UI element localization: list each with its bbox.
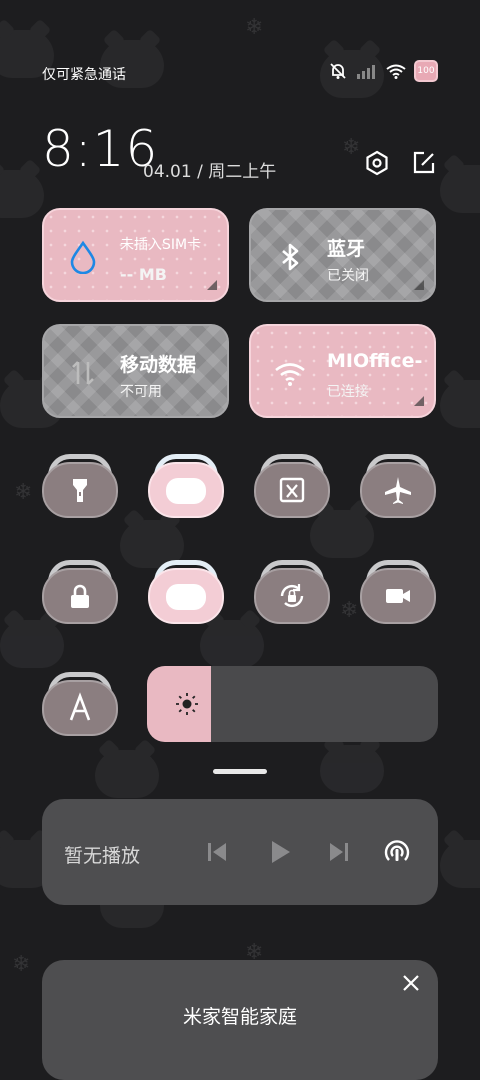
lock-screen-toggle[interactable] [42, 560, 118, 626]
close-icon[interactable] [400, 972, 422, 994]
bluetooth-icon [282, 243, 299, 271]
flashlight-toggle[interactable] [42, 454, 118, 520]
expand-corner-icon [414, 280, 424, 290]
mobile-data-title: 移动数据 [120, 354, 197, 376]
screenshot-toggle[interactable] [254, 454, 330, 520]
battery-level: 100 [417, 66, 435, 76]
active-toggle-1[interactable] [148, 454, 224, 520]
carrier-text: 仅可紧急通话 [42, 67, 126, 83]
font-size-toggle[interactable] [42, 672, 118, 738]
expand-corner-icon [207, 280, 217, 290]
brightness-sun-icon [176, 693, 198, 715]
airplane-mode-toggle[interactable] [360, 454, 436, 520]
wifi-tile[interactable]: MIOffice- 已连接 [249, 324, 436, 418]
rotation-lock-icon [280, 584, 304, 608]
wifi-status-icon [386, 64, 406, 79]
battery-icon: 100 [414, 60, 438, 82]
data-usage-tile[interactable]: 未插入SIM卡 -- MB [42, 208, 229, 302]
date-text: 04.01 / 周二上午 [143, 162, 277, 182]
bluetooth-tile[interactable]: 蓝牙 已关闭 [249, 208, 436, 302]
previous-track-icon[interactable] [202, 837, 232, 867]
lock-icon [71, 584, 89, 608]
water-drop-icon [70, 240, 96, 274]
drag-handle[interactable] [213, 769, 267, 774]
next-track-icon[interactable] [324, 837, 354, 867]
status-bar: 仅可紧急通话 100 [42, 60, 438, 88]
play-icon[interactable] [264, 837, 294, 867]
wifi-title: MIOffice- [327, 350, 423, 372]
screen-record-icon [386, 589, 410, 603]
bluetooth-title: 蓝牙 [327, 238, 366, 260]
wifi-status: 已连接 [327, 384, 369, 400]
notifications-muted-icon [330, 63, 346, 79]
flashlight-icon [73, 479, 87, 502]
media-status-text: 暂无播放 [64, 845, 141, 867]
rotation-lock-toggle[interactable] [254, 560, 330, 626]
media-player: 暂无播放 [42, 799, 438, 905]
data-usage-title: 未插入SIM卡 [120, 237, 202, 253]
settings-icon[interactable] [364, 150, 390, 176]
screen-record-toggle[interactable] [360, 560, 436, 626]
signal-icon [357, 65, 375, 79]
edit-icon[interactable] [411, 150, 437, 176]
smart-home-title: 米家智能家庭 [182, 1006, 297, 1028]
expand-corner-icon [414, 396, 424, 406]
clock: 8:16 [42, 120, 159, 178]
cast-output-icon[interactable] [382, 837, 412, 867]
brightness-slider[interactable] [147, 666, 438, 742]
bluetooth-status: 已关闭 [327, 268, 369, 284]
airplane-icon [385, 477, 411, 504]
active-toggle-2[interactable] [148, 560, 224, 626]
font-size-icon [69, 692, 91, 721]
data-usage-value: -- MB [120, 265, 167, 284]
mobile-data-tile[interactable]: 移动数据 不可用 [42, 324, 229, 418]
screenshot-crop-icon [279, 477, 305, 503]
mobile-data-icon [72, 361, 94, 385]
mobile-data-status: 不可用 [120, 384, 162, 400]
smart-home-card[interactable]: 米家智能家庭 [42, 960, 438, 1080]
wifi-icon [275, 363, 305, 386]
